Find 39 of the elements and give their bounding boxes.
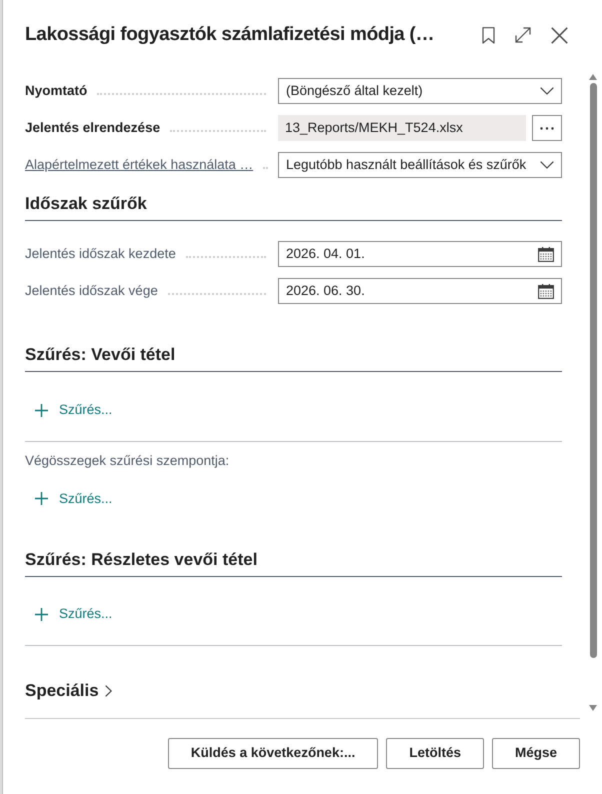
section-toggle[interactable]: Speciális [25,680,112,702]
plus-icon [35,404,48,416]
add-filter-link[interactable]: Szűrés... [25,486,112,511]
dropdown[interactable]: Legutóbb használt beállítások és szűrők [278,152,562,178]
scrollbar-thumb[interactable] [590,83,596,658]
section-heading: Szűrés: Részletes vevői tétel [25,548,562,576]
plus-icon [35,492,48,506]
dropdown[interactable]: (Böngésző által kezelt) [278,78,562,104]
expand-icon[interactable] [515,27,531,43]
text-field[interactable]: 13_Reports/MEKH_T524.xlsx [278,115,526,141]
dotted-leader [263,167,266,169]
plus-icon [35,608,48,621]
section-heading: Szűrés: Vevői tétel [25,344,562,372]
chevron-right-icon [104,685,112,698]
add-filter-link[interactable]: Szűrés... [25,602,112,626]
calendar-icon[interactable] [538,284,554,298]
date-field[interactable]: 2026. 04. 01. [278,241,562,267]
field-label: Jelentés időszak vége [25,282,158,300]
add-filter-link[interactable]: Szűrés... [25,398,112,422]
more-icon [540,126,554,130]
scroll-down-arrow-icon[interactable] [589,705,597,711]
dialog-button[interactable]: Küldés a következőnek:... [168,738,378,769]
dialog-title: Lakossági fogyasztók számlafizetési módja (… [25,24,436,46]
field-label: Nyomtató [25,82,88,100]
section-heading: Időszak szűrők [25,193,562,221]
close-icon[interactable] [551,26,568,44]
dialog-button[interactable]: Mégse [492,738,580,769]
chevron-down-icon[interactable] [540,87,554,95]
dialog-button[interactable]: Letöltés [386,738,484,769]
date-field[interactable]: 2026. 06. 30. [278,278,562,304]
filter-caption: Végösszegek szűrési szempontja: [25,452,230,470]
bookmark-icon[interactable] [482,26,495,44]
calendar-icon[interactable] [538,246,554,262]
field-label-link[interactable]: Alapértelmezett értékek használata … [25,154,254,176]
field-label: Jelentés időszak kezdete [25,244,176,263]
chevron-down-icon[interactable] [540,161,554,169]
scroll-up-arrow-icon[interactable] [589,74,597,80]
field-label: Jelentés elrendezése [25,118,160,137]
more-button[interactable] [532,115,562,141]
